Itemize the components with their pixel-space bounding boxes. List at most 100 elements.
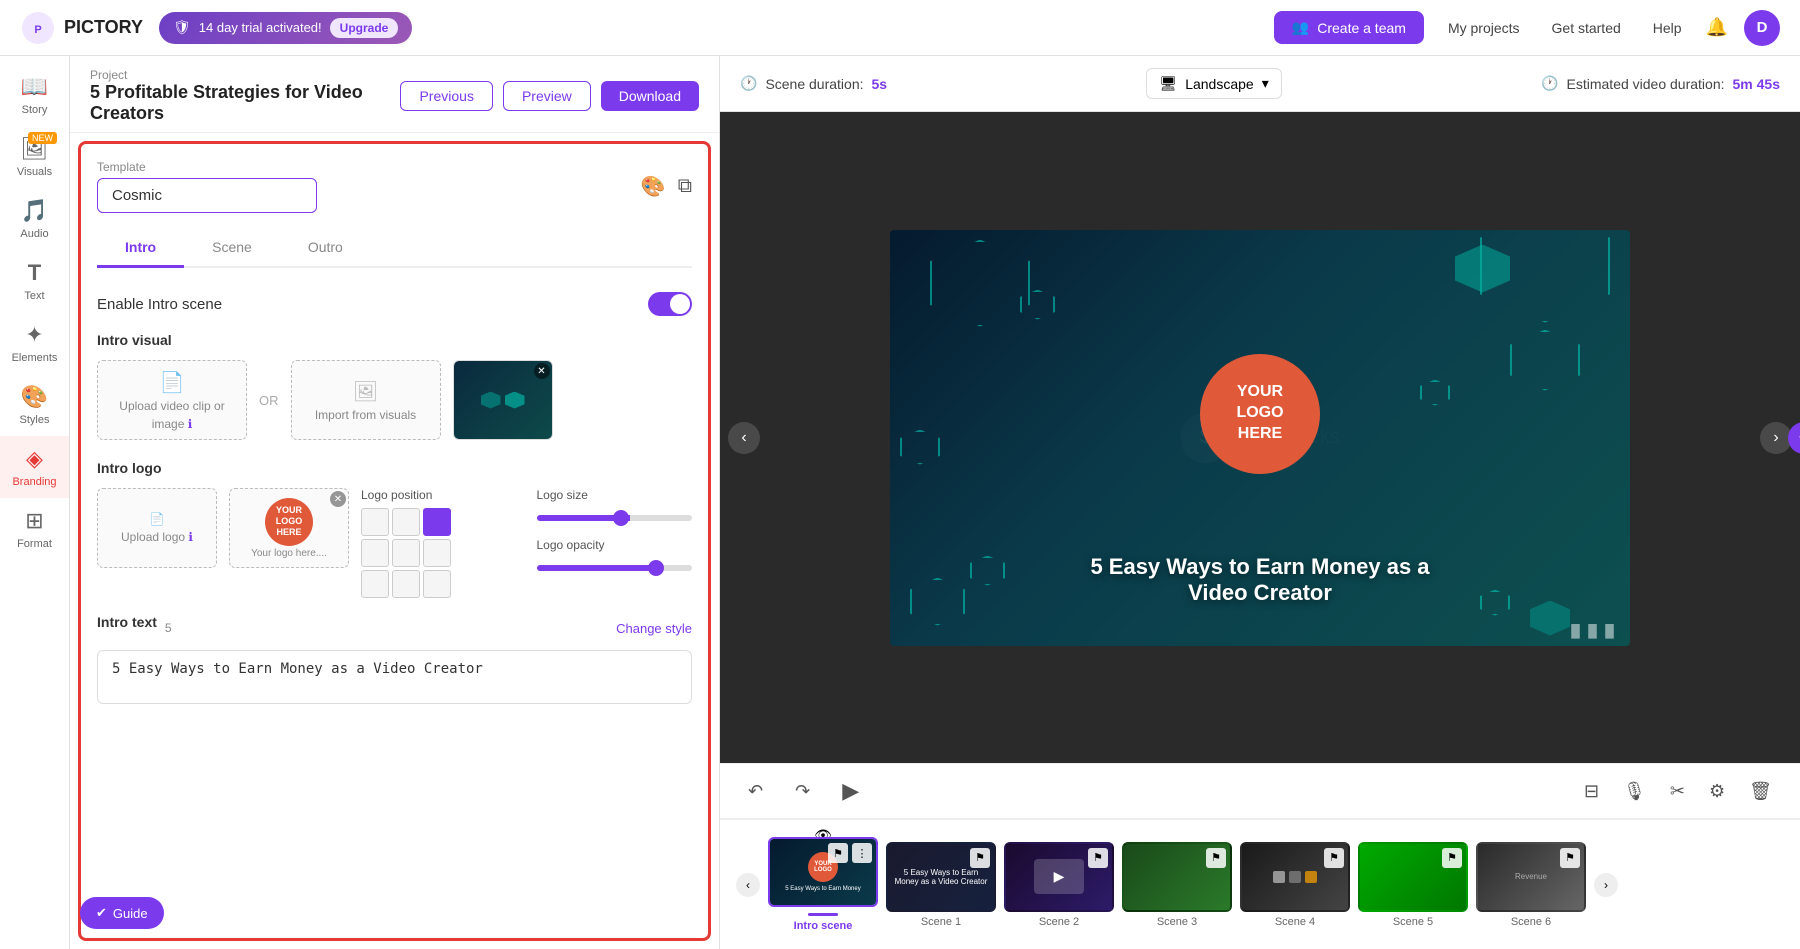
pos-mid-center[interactable] xyxy=(392,539,420,567)
scene-thumb-5[interactable]: ⚑ Scene 5 xyxy=(1358,842,1468,928)
upload-logo-box[interactable]: 📄 Upload logo ℹ xyxy=(97,488,217,568)
sidebar-item-branding[interactable]: ◈ Branding xyxy=(0,436,69,498)
change-style-link[interactable]: Change style xyxy=(616,621,692,636)
scene-thumb-2[interactable]: ▶ ⚑ Scene 2 xyxy=(1004,842,1114,928)
scene-thumb-6[interactable]: Revenue ⚑ Scene 6 xyxy=(1476,842,1586,928)
scene-label-6: Scene 6 xyxy=(1511,916,1551,928)
position-grid xyxy=(361,508,517,598)
app-name: PICTORY xyxy=(64,17,143,38)
subtitles-icon[interactable]: ⊟ xyxy=(1576,777,1607,806)
play-button[interactable]: ▶ xyxy=(834,774,867,808)
logo-opacity-slider[interactable] xyxy=(537,565,693,571)
scene-thumb-4[interactable]: ⚑ Scene 4 xyxy=(1240,842,1350,928)
tab-intro[interactable]: Intro xyxy=(97,229,184,268)
audio-icon: 🎵 xyxy=(21,198,48,224)
pos-top-right[interactable] xyxy=(423,508,451,536)
palette-icon[interactable]: 🎨 xyxy=(641,174,666,199)
tab-scene[interactable]: Scene xyxy=(184,229,280,268)
scissors-icon[interactable]: ✂ xyxy=(1662,777,1693,806)
my-projects-link[interactable]: My projects xyxy=(1448,20,1520,36)
create-team-button[interactable]: 👥 Create a team xyxy=(1274,11,1424,44)
sidebar-item-audio[interactable]: 🎵 Audio xyxy=(0,188,69,250)
intro-visual-section: Intro visual 📄 Upload video clip or imag… xyxy=(97,332,692,440)
trash-icon[interactable]: 🗑 xyxy=(1741,777,1780,806)
s3-flag-btn[interactable]: ⚑ xyxy=(1206,848,1226,868)
hex-deco-8 xyxy=(1530,601,1570,636)
s5-flag-btn[interactable]: ⚑ xyxy=(1442,848,1462,868)
strip-next-button[interactable]: › xyxy=(1594,873,1618,897)
s6-flag-btn[interactable]: ⚑ xyxy=(1560,848,1580,868)
thumb-flag-btn[interactable]: ⚑ xyxy=(828,843,848,863)
pos-bot-left[interactable] xyxy=(361,570,389,598)
sidebar-item-styles[interactable]: 🎨 Styles xyxy=(0,374,69,436)
get-started-link[interactable]: Get started xyxy=(1552,20,1621,36)
scene-thumb-intro[interactable]: 👁 YOUR LOGO 5 Easy Ways to Earn Money ⚑ … xyxy=(768,837,878,932)
preview-logo: YOURLOGOHERE xyxy=(1200,354,1320,474)
enable-intro-label: Enable Intro scene xyxy=(97,296,222,313)
s4-flag-btn[interactable]: ⚑ xyxy=(1324,848,1344,868)
sidebar-item-text[interactable]: T Text xyxy=(0,250,69,312)
preview-button[interactable]: Preview xyxy=(503,81,591,111)
create-team-icon: 👥 xyxy=(1292,19,1309,36)
scene-thumb-1[interactable]: 5 Easy Ways to Earn Money as a Video Cre… xyxy=(886,842,996,928)
previous-button[interactable]: Previous xyxy=(400,81,492,111)
copy-icon[interactable]: ⧉ xyxy=(678,175,692,198)
mic-icon[interactable]: 🎙 xyxy=(1615,777,1654,806)
logo-opacity-label: Logo opacity xyxy=(537,538,693,552)
pos-bot-center[interactable] xyxy=(392,570,420,598)
scene-img-2: ▶ ⚑ xyxy=(1004,842,1114,912)
monitor-icon: 🖥 xyxy=(1159,75,1177,92)
notification-bell-icon[interactable]: 🔔 xyxy=(1706,17,1728,38)
s1-flag-btn[interactable]: ⚑ xyxy=(970,848,990,868)
pos-mid-left[interactable] xyxy=(361,539,389,567)
preview-close-btn[interactable]: ✕ xyxy=(534,363,550,379)
thumb-overlay-6: ⚑ xyxy=(1560,848,1580,868)
intro-text-label: Intro text xyxy=(97,614,157,630)
add-scene-button[interactable]: + xyxy=(1788,422,1800,454)
sidebar-item-visuals[interactable]: NEW 🖼 Visuals xyxy=(0,126,69,188)
chevron-down-icon: ▾ xyxy=(1262,75,1269,92)
video-preview: ‹ $ S___tocks xyxy=(720,112,1800,763)
undo-button[interactable]: ↶ xyxy=(740,777,771,806)
upload-video-label2: image ℹ xyxy=(152,417,193,431)
strip-prev-button[interactable]: ‹ xyxy=(736,873,760,897)
logo-close-btn[interactable]: ✕ xyxy=(330,491,346,507)
download-button[interactable]: Download xyxy=(601,81,699,111)
pos-top-center[interactable] xyxy=(392,508,420,536)
upgrade-button[interactable]: Upgrade xyxy=(330,18,399,38)
guide-button[interactable]: ✔ Guide xyxy=(80,897,164,929)
styles-icon: 🎨 xyxy=(21,384,48,410)
create-team-label: Create a team xyxy=(1317,20,1406,36)
settings-icon[interactable]: ⚙ xyxy=(1701,777,1733,806)
intro-toggle[interactable] xyxy=(648,292,692,316)
intro-text-input[interactable]: 5 Easy Ways to Earn Money as a Video Cre… xyxy=(97,650,692,704)
hex-deco-6 xyxy=(910,578,965,626)
s2-flag-btn[interactable]: ⚑ xyxy=(1088,848,1108,868)
estimated-duration: 🕐 Estimated video duration: 5m 45s xyxy=(1541,75,1780,92)
preview-frame: $ S___tocks YOURLOGOHERE 5 Easy Ways to … xyxy=(890,230,1630,646)
logo-size-slider[interactable] xyxy=(537,515,693,521)
orientation-selector[interactable]: 🖥 Landscape ▾ xyxy=(1146,68,1281,99)
avatar[interactable]: D xyxy=(1744,10,1780,46)
video-controls: ↶ ↷ ▶ ⊟ 🎙 ✂ ⚙ 🗑 xyxy=(720,763,1800,819)
template-input[interactable]: Cosmic xyxy=(97,178,317,213)
pos-mid-right[interactable] xyxy=(423,539,451,567)
scene-thumb-3[interactable]: ⚑ Scene 3 xyxy=(1122,842,1232,928)
sidebar-item-format[interactable]: ⊞ Format xyxy=(0,498,69,560)
scene-img-6: Revenue ⚑ xyxy=(1476,842,1586,912)
sidebar-label-format: Format xyxy=(17,538,52,550)
visual-preview-box: ✕ xyxy=(453,360,553,440)
tab-outro[interactable]: Outro xyxy=(280,229,371,268)
sidebar-item-elements[interactable]: ✦ Elements xyxy=(0,312,69,374)
import-icon: 🖼 xyxy=(353,379,378,404)
prev-frame-button[interactable]: ‹ xyxy=(728,422,760,454)
pos-bot-right[interactable] xyxy=(423,570,451,598)
redo-button[interactable]: ↷ xyxy=(787,777,818,806)
hex-deco-5 xyxy=(1510,330,1580,391)
sidebar-item-story[interactable]: 📖 Story xyxy=(0,64,69,126)
upload-video-box[interactable]: 📄 Upload video clip or image ℹ xyxy=(97,360,247,440)
thumb-delete-btn[interactable]: ⋮ xyxy=(852,843,872,863)
import-visuals-box[interactable]: 🖼 Import from visuals xyxy=(291,360,441,440)
help-link[interactable]: Help xyxy=(1653,20,1682,36)
pos-top-left[interactable] xyxy=(361,508,389,536)
